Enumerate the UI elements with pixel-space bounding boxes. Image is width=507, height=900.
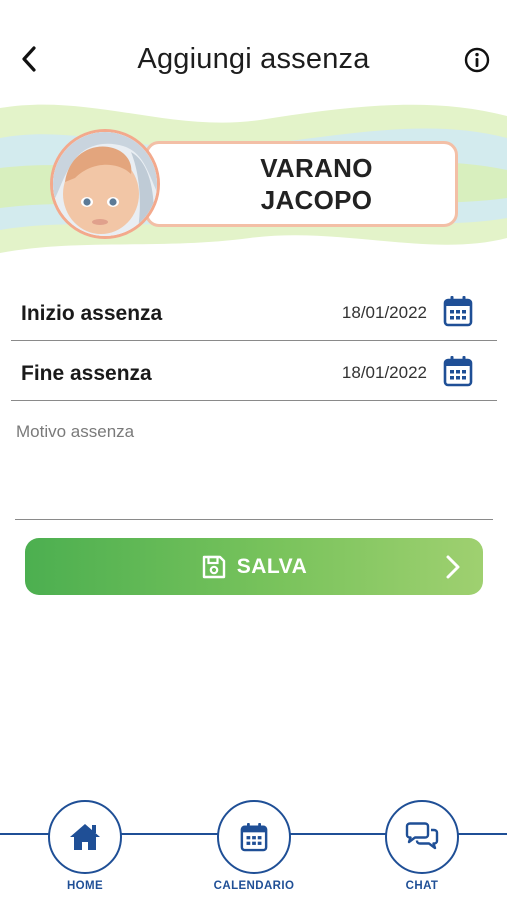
calendar-icon (240, 823, 268, 852)
header: Aggiungi assenza (0, 0, 507, 110)
chat-bubbles-icon (405, 822, 439, 850)
end-date-label: Fine assenza (21, 362, 152, 385)
start-date-label: Inizio assenza (21, 302, 163, 325)
end-date-picker-button[interactable] (443, 355, 473, 387)
calendar-nav-circle (217, 800, 291, 874)
calendar-icon (443, 356, 473, 387)
chevron-right-icon (446, 555, 460, 579)
start-date-picker-button[interactable] (443, 295, 473, 327)
end-date-row[interactable]: Fine assenza 18/01/2022 (11, 341, 497, 401)
chat-nav-circle (385, 800, 459, 874)
nav-item-home[interactable]: HOME (30, 800, 140, 900)
home-icon (70, 824, 100, 850)
calendar-icon (443, 296, 473, 327)
nav-label-calendario: CALENDARIO (213, 880, 295, 892)
end-date-value[interactable]: 18/01/2022 (342, 363, 427, 383)
child-name-card: VARANO JACOPO (145, 141, 458, 227)
info-button[interactable] (463, 46, 491, 74)
absence-reason-field[interactable] (15, 414, 493, 520)
child-first-name: JACOPO (260, 185, 373, 215)
nav-item-chat[interactable]: CHAT (367, 800, 477, 900)
baby-photo (53, 132, 157, 236)
info-circle-icon (464, 47, 490, 73)
start-date-value[interactable]: 18/01/2022 (342, 303, 427, 323)
start-date-row[interactable]: Inizio assenza 18/01/2022 (11, 281, 497, 341)
save-button-label: SALVA (236, 554, 308, 578)
nav-item-calendario[interactable]: CALENDARIO (199, 800, 309, 900)
child-last-name: VARANO (260, 153, 373, 183)
bottom-navigation: HOME CALENDARIO CHAT (0, 790, 507, 900)
nav-label-home: HOME (66, 880, 104, 892)
page-title: Aggiungi assenza (137, 43, 370, 75)
save-button[interactable]: SALVA (25, 538, 483, 595)
home-nav-circle (48, 800, 122, 874)
child-avatar (50, 129, 160, 239)
floppy-disk-icon (202, 555, 225, 578)
nav-label-chat: CHAT (405, 880, 439, 892)
